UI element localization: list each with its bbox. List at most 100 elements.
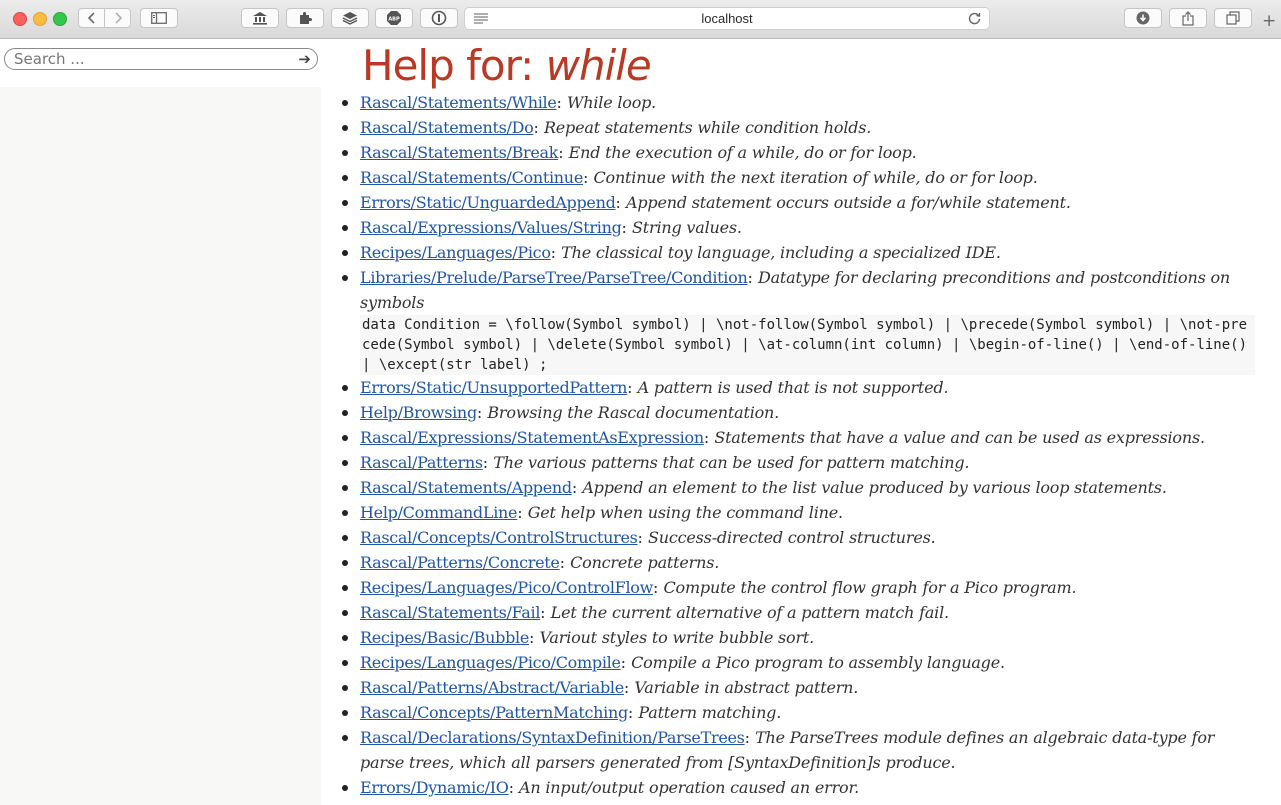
bank-icon <box>253 12 267 25</box>
page-title-query: while <box>545 41 652 90</box>
page-title-prefix: Help for: <box>362 41 546 90</box>
sidebar-toggle-button[interactable] <box>140 8 178 28</box>
result-description: Let the current alternative of a pattern… <box>550 603 949 622</box>
minimize-window-button[interactable] <box>33 12 47 26</box>
result-code-snippet: data Condition = \follow(Symbol symbol) … <box>360 315 1256 375</box>
list-item: Errors/Static/SyntaxError: Text in a mod… <box>360 800 1255 805</box>
new-tab-plus-icon[interactable]: + <box>1262 13 1276 30</box>
list-item: Libraries/Prelude/ParseTree/ParseTree/Co… <box>342 265 1256 375</box>
result-link[interactable]: Rascal/Statements/Do <box>360 118 534 137</box>
result-link[interactable]: Rascal/Expressions/Values/String <box>360 218 622 237</box>
result-link[interactable]: Rascal/Statements/Fail <box>360 603 540 622</box>
result-description: Variout styles to write bubble sort. <box>539 628 815 647</box>
list-item: Recipes/Basic/Bubble: Variout styles to … <box>342 625 1255 650</box>
list-item: Errors/Static/UnsupportedPattern: A patt… <box>342 375 1255 400</box>
list-item: Rascal/Statements/Fail: Let the current … <box>342 600 1255 625</box>
result-description: An input/output operation caused an erro… <box>519 778 860 797</box>
result-description: Browsing the Rascal documentation. <box>487 403 780 422</box>
back-button[interactable] <box>78 8 105 28</box>
extension-button-3[interactable] <box>331 8 369 28</box>
downloads-button[interactable] <box>1124 8 1162 28</box>
tabs-overview-button[interactable] <box>1214 8 1252 28</box>
list-item: Rascal/Patterns/Abstract/Variable: Varia… <box>342 675 1255 700</box>
result-link[interactable]: Errors/Static/UnsupportedPattern <box>360 378 627 397</box>
result-description: Success-directed control structures. <box>648 528 936 547</box>
result-link[interactable]: Rascal/Statements/While <box>360 93 557 112</box>
result-link[interactable]: Recipes/Basic/Bubble <box>360 628 529 647</box>
result-description: End the execution of a while, do or for … <box>568 143 917 162</box>
browser-toolbar: ABP localhost <box>0 0 1281 39</box>
list-item: Rascal/Statements/Break: End the executi… <box>342 140 1255 165</box>
chevron-right-icon <box>114 12 122 24</box>
search-input[interactable] <box>14 50 284 68</box>
zoom-window-button[interactable] <box>53 12 67 26</box>
list-item: Recipes/Languages/Pico/ControlFlow: Comp… <box>342 575 1255 600</box>
page-title: Help for: while <box>362 39 652 93</box>
search-submit-arrow-icon[interactable]: ➔ <box>298 51 311 67</box>
url-text: localhost <box>701 11 753 26</box>
address-bar[interactable]: localhost <box>464 7 990 30</box>
result-description: Append an element to the list value prod… <box>582 478 1167 497</box>
search-box[interactable]: ➔ <box>4 48 318 70</box>
result-link[interactable]: Rascal/Patterns/Abstract/Variable <box>360 678 624 697</box>
share-icon <box>1182 10 1194 26</box>
results-list: Rascal/Statements/While: While loop. Rasc… <box>321 90 1255 805</box>
result-link[interactable]: Rascal/Declarations/SyntaxDefinition/Par… <box>360 728 745 747</box>
result-description: While loop. <box>567 93 657 112</box>
svg-text:ABP: ABP <box>388 17 400 23</box>
adblock-button[interactable]: ABP <box>375 8 413 28</box>
result-link[interactable]: Recipes/Languages/Pico <box>360 243 551 262</box>
list-item: Help/CommandLine: Get help when using th… <box>342 500 1255 525</box>
close-window-button[interactable] <box>13 12 27 26</box>
result-description: Continue with the next iteration of whil… <box>593 168 1038 187</box>
result-description: Append statement occurs outside a for/wh… <box>626 193 1071 212</box>
list-item: Rascal/Declarations/SyntaxDefinition/Par… <box>342 725 1255 775</box>
result-link[interactable]: Rascal/Expressions/StatementAsExpression <box>360 428 704 447</box>
result-link[interactable]: Rascal/Patterns/Concrete <box>360 553 560 572</box>
list-item: Errors/Static/UnguardedAppend: Append st… <box>342 190 1255 215</box>
result-description: A pattern is used that is not supported. <box>637 378 949 397</box>
result-link[interactable]: Errors/Dynamic/IO <box>360 778 509 797</box>
result-description: String values. <box>632 218 742 237</box>
list-item: Help/Browsing: Browsing the Rascal docum… <box>342 400 1255 425</box>
result-link[interactable]: Rascal/Concepts/ControlStructures <box>360 528 638 547</box>
result-link[interactable]: Help/CommandLine <box>360 503 518 522</box>
result-description: Variable in abstract pattern. <box>634 678 859 697</box>
result-link[interactable]: Rascal/Concepts/PatternMatching <box>360 703 628 722</box>
result-link[interactable]: Rascal/Patterns <box>360 453 483 472</box>
list-item: Errors/Dynamic/IO: An input/output opera… <box>342 775 1255 800</box>
result-link[interactable]: Rascal/Statements/Break <box>360 143 558 162</box>
result-link[interactable]: Help/Browsing <box>360 403 477 422</box>
result-link[interactable]: Recipes/Languages/Pico/ControlFlow <box>360 578 653 597</box>
extension-button-1[interactable] <box>241 8 279 28</box>
password-manager-button[interactable] <box>420 8 458 28</box>
layers-icon <box>342 12 358 25</box>
result-description: Statements that have a value and can be … <box>714 428 1205 447</box>
sidebar: ➔ <box>0 39 321 805</box>
list-item: Rascal/Expressions/Values/String: String… <box>342 215 1255 240</box>
list-item: Recipes/Languages/Pico: The classical to… <box>342 240 1255 265</box>
list-item: Rascal/Patterns/Concrete: Concrete patte… <box>342 550 1255 575</box>
main-content: Help for: while Rascal/Statements/While:… <box>321 39 1281 805</box>
result-description: The various patterns that can be used fo… <box>493 453 970 472</box>
extension-button-2[interactable] <box>286 8 324 28</box>
result-link[interactable]: Libraries/Prelude/ParseTree/ParseTree/Co… <box>360 268 748 287</box>
result-description: Pattern matching. <box>638 703 782 722</box>
list-item: Rascal/Statements/Do: Repeat statements … <box>342 115 1255 140</box>
result-description: Concrete patterns. <box>570 553 720 572</box>
result-link[interactable]: Rascal/Statements/Continue <box>360 168 583 187</box>
list-item: Rascal/Expressions/StatementAsExpression… <box>342 425 1255 450</box>
sidebar-icon <box>151 12 167 24</box>
result-description: Get help when using the command line. <box>527 503 843 522</box>
list-item: Rascal/Concepts/PatternMatching: Pattern… <box>342 700 1255 725</box>
result-link[interactable]: Errors/Static/UnguardedAppend <box>360 193 616 212</box>
list-item: Rascal/Statements/While: While loop. <box>342 90 1255 115</box>
share-button[interactable] <box>1169 8 1207 28</box>
result-link[interactable]: Rascal/Statements/Append <box>360 478 572 497</box>
result-description: Repeat statements while condition holds. <box>543 118 872 137</box>
list-item: Rascal/Statements/Continue: Continue wit… <box>342 165 1255 190</box>
forward-button[interactable] <box>104 8 131 28</box>
reload-icon[interactable] <box>968 12 981 25</box>
result-link[interactable]: Recipes/Languages/Pico/Compile <box>360 653 621 672</box>
result-description: The classical toy language, including a … <box>561 243 1001 262</box>
